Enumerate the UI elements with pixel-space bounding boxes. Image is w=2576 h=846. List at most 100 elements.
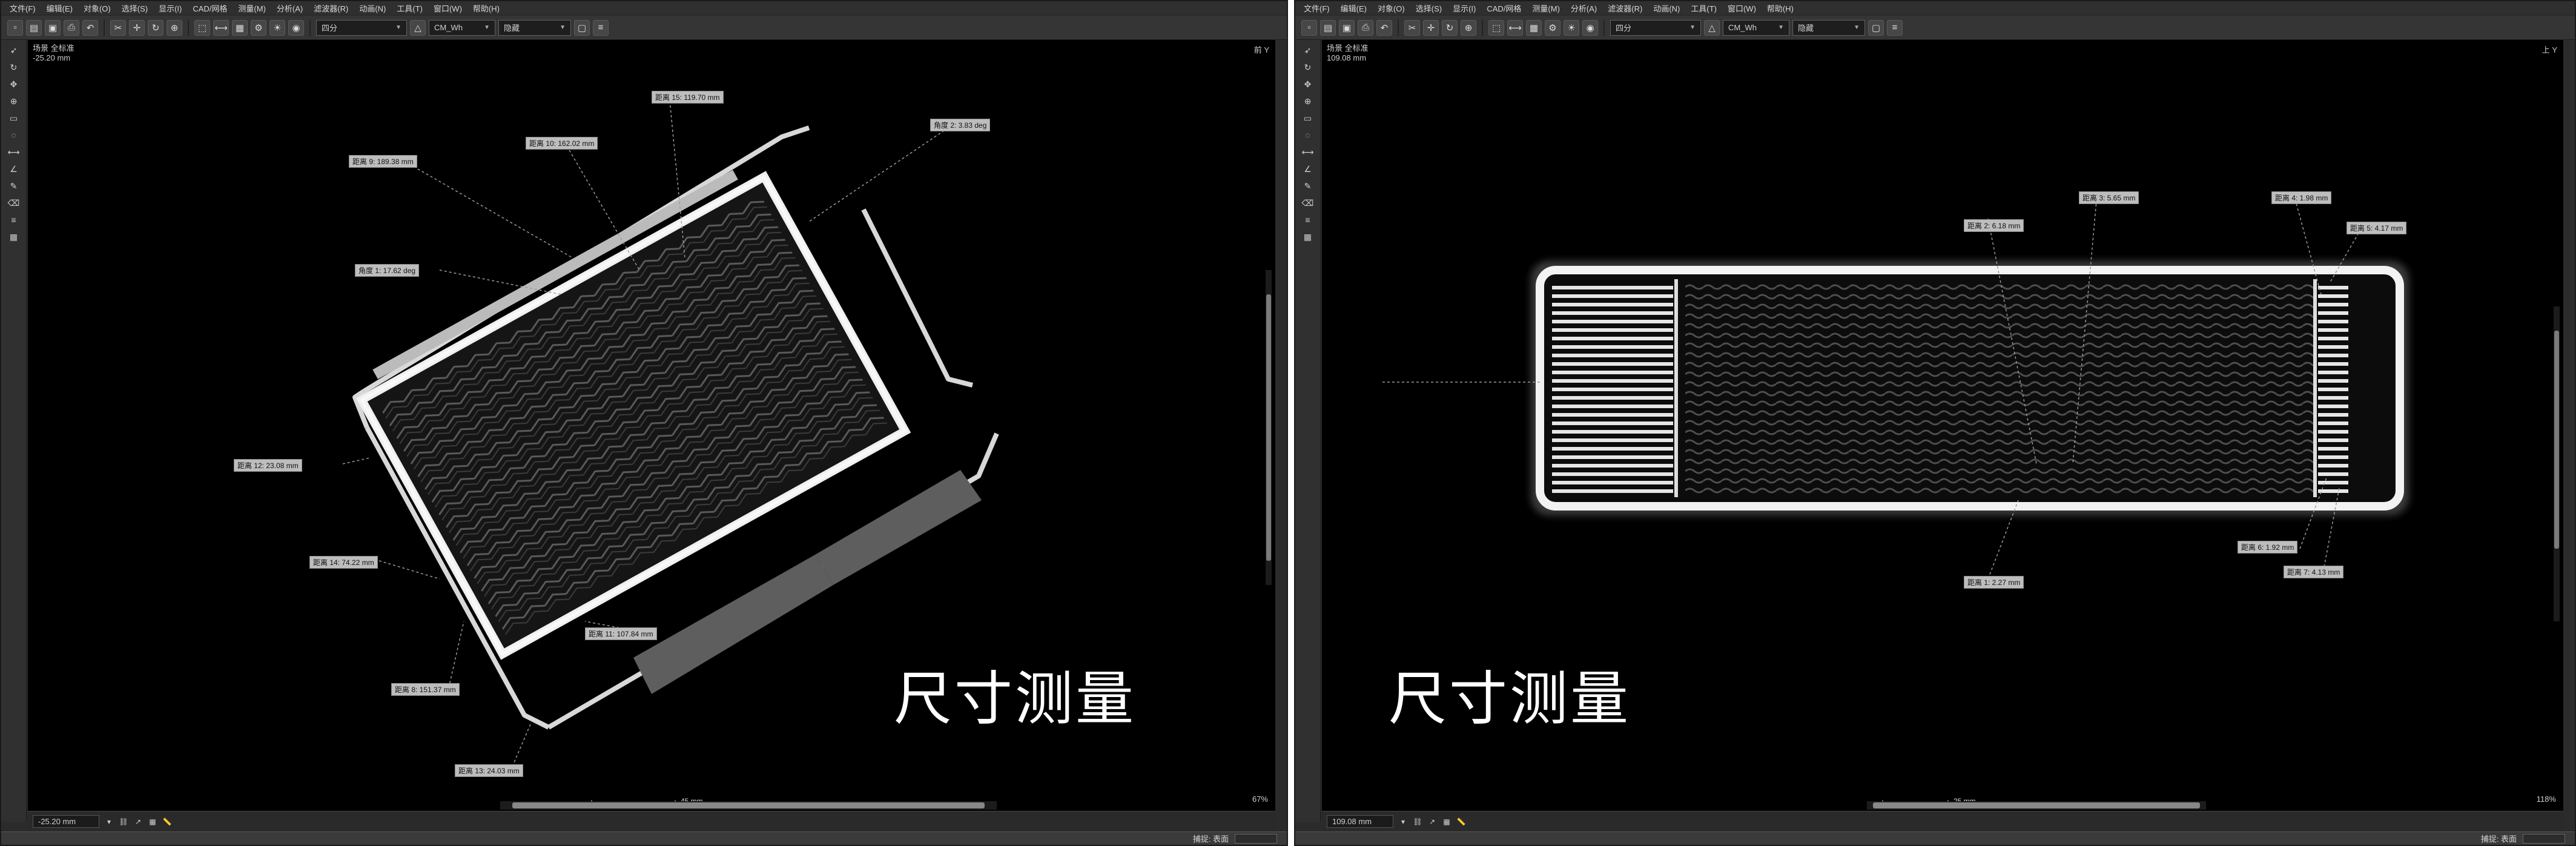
rotate-icon[interactable]: ↻	[5, 61, 22, 74]
zoom-icon[interactable]: ⊕	[1300, 94, 1316, 108]
menu-item[interactable]: 分析(A)	[1571, 2, 1597, 14]
brush-icon[interactable]: ✎	[1300, 179, 1316, 193]
menu-item[interactable]: 窗口(W)	[434, 2, 462, 14]
menu-item[interactable]: 编辑(E)	[1341, 2, 1367, 14]
box-icon[interactable]: ▭	[5, 111, 22, 125]
arrow-icon[interactable]: ↗	[1427, 817, 1437, 827]
horizontal-scrollbar[interactable]	[500, 801, 997, 810]
menu-item[interactable]: CAD/网格	[1487, 2, 1521, 14]
vertical-scrollbar[interactable]	[2554, 306, 2560, 621]
window-icon[interactable]: ▢	[574, 19, 590, 36]
scrollbar-thumb[interactable]	[1266, 294, 1271, 561]
measurement-label[interactable]: 距离 2: 6.18 mm	[1964, 219, 2024, 232]
save-icon[interactable]: ▣	[1339, 19, 1355, 36]
settings-icon[interactable]: ⚙	[251, 19, 266, 36]
measure-icon[interactable]: ⟷	[1300, 145, 1316, 159]
vertical-scrollbar[interactable]	[1266, 270, 1272, 585]
menu-item[interactable]: 选择(S)	[122, 2, 148, 14]
measurement-label[interactable]: 距离 6: 1.92 mm	[2237, 541, 2298, 554]
menu-item[interactable]: 窗口(W)	[1728, 2, 1756, 14]
menu-item[interactable]: 对象(O)	[84, 2, 111, 14]
chevron-down-icon[interactable]: ▾	[104, 817, 114, 827]
menu-item[interactable]: 滤波器(R)	[314, 2, 348, 14]
measurement-label[interactable]: 距离 1: 2.27 mm	[1964, 576, 2024, 589]
eraser-icon[interactable]: ⌫	[1300, 196, 1316, 210]
layers-icon[interactable]: ≡	[5, 213, 22, 226]
lasso-icon[interactable]: ◌	[5, 128, 22, 142]
zoom-icon[interactable]: ⊕	[5, 94, 22, 108]
filter-select[interactable]: 隐藏 ▼	[498, 19, 571, 36]
menu-item[interactable]: 显示(I)	[159, 2, 182, 14]
cut-icon[interactable]: ✂	[110, 19, 126, 36]
link-icon[interactable]: ⛓	[119, 817, 128, 827]
layers-icon[interactable]: ≡	[1300, 213, 1316, 226]
menu-item[interactable]: 帮助(H)	[473, 2, 500, 14]
measurement-label[interactable]: 距离 12: 23.08 mm	[234, 459, 302, 472]
save-icon[interactable]: ▣	[45, 19, 61, 36]
move-icon[interactable]: ✛	[1423, 19, 1439, 36]
menu-item[interactable]: 显示(I)	[1453, 2, 1476, 14]
rotate-icon[interactable]: ↻	[1300, 61, 1316, 74]
menu-item[interactable]: 分析(A)	[277, 2, 303, 14]
open-icon[interactable]: ▤	[1320, 19, 1336, 36]
undo-icon[interactable]: ↶	[82, 19, 98, 36]
arrow-icon[interactable]: ↗	[133, 817, 143, 827]
rotate-icon[interactable]: ↻	[1442, 19, 1458, 36]
menu-item[interactable]: 文件(F)	[1304, 2, 1330, 14]
brush-icon[interactable]: ✎	[5, 179, 22, 193]
measurement-label[interactable]: 距离 4: 1.98 mm	[2271, 191, 2332, 204]
window-icon[interactable]: ▢	[1868, 19, 1884, 36]
measure-icon[interactable]: ⟷	[1507, 19, 1523, 36]
undo-icon[interactable]: ↶	[1376, 19, 1392, 36]
menu-item[interactable]: 动画(N)	[1653, 2, 1680, 14]
ct-viewport-right[interactable]: 场景 全标准 109.08 mm 上 Y 距离 2: 6.18 mm 距离 3:…	[1322, 40, 2563, 811]
lasso-icon[interactable]: ◌	[1300, 128, 1316, 142]
pointer-icon[interactable]: ➶	[5, 44, 22, 57]
ruler-icon[interactable]: 📏	[162, 817, 172, 827]
angle-icon[interactable]: ∠	[5, 162, 22, 176]
grid-icon[interactable]: ▦	[5, 230, 22, 243]
layers-icon[interactable]: ≡	[593, 19, 609, 36]
triangle-icon[interactable]: △	[410, 19, 426, 36]
move-icon[interactable]: ✛	[129, 19, 145, 36]
measurement-label[interactable]: 距离 7: 4.13 mm	[2284, 566, 2344, 578]
select-icon[interactable]: ⬚	[194, 19, 210, 36]
chevron-down-icon[interactable]: ▾	[1398, 817, 1408, 827]
menu-item[interactable]: 选择(S)	[1416, 2, 1442, 14]
zoom-icon[interactable]: ⊕	[1461, 19, 1476, 36]
grid-icon[interactable]: ▦	[148, 817, 157, 827]
select-icon[interactable]: ⬚	[1488, 19, 1504, 36]
measurement-label[interactable]: 距离 15: 119.70 mm	[652, 91, 724, 104]
measurement-label[interactable]: 距离 14: 74.22 mm	[309, 556, 378, 569]
measurement-label[interactable]: 距离 9: 189.38 mm	[349, 155, 417, 168]
menu-item[interactable]: 帮助(H)	[1767, 2, 1794, 14]
ct-viewport-left[interactable]: 场景 全标准 -25.20 mm 前 Y 距离 15: 119.70 mm 角度…	[28, 40, 1275, 811]
light-icon[interactable]: ☀	[269, 19, 285, 36]
horizontal-scrollbar[interactable]	[1867, 801, 2206, 810]
filter-select[interactable]: 隐藏 ▼	[1792, 19, 1865, 36]
measure-icon[interactable]: ⟷	[213, 19, 229, 36]
menu-item[interactable]: 动画(N)	[359, 2, 386, 14]
camera-icon[interactable]: ◉	[1582, 19, 1598, 36]
measurement-label[interactable]: 距离 3: 5.65 mm	[2079, 191, 2139, 204]
menu-item[interactable]: 文件(F)	[10, 2, 36, 14]
slice-position-field[interactable]: -25.20 mm	[33, 815, 99, 828]
pointer-icon[interactable]: ➶	[1300, 44, 1316, 57]
rotate-icon[interactable]: ↻	[148, 19, 163, 36]
angle-icon[interactable]: ∠	[1300, 162, 1316, 176]
layers-icon[interactable]: ≡	[1887, 19, 1903, 36]
menu-item[interactable]: 工具(T)	[397, 2, 423, 14]
measurement-label[interactable]: 距离 10: 162.02 mm	[526, 137, 598, 150]
measurement-label[interactable]: 角度 1: 17.62 deg	[355, 264, 420, 277]
menu-item[interactable]: CAD/网格	[193, 2, 227, 14]
grid-icon[interactable]: ▦	[1526, 19, 1542, 36]
open-icon[interactable]: ▤	[26, 19, 42, 36]
camera-icon[interactable]: ◉	[288, 19, 304, 36]
ruler-icon[interactable]: 📏	[1456, 817, 1466, 827]
print-icon[interactable]: ⎙	[1358, 19, 1373, 36]
link-icon[interactable]: ⛓	[1413, 817, 1422, 827]
measurement-label[interactable]: 距离 5: 4.17 mm	[2346, 222, 2407, 234]
measurement-label[interactable]: 角度 2: 3.83 deg	[930, 119, 991, 131]
measurement-label[interactable]: 距离 13: 24.03 mm	[455, 764, 523, 777]
cut-icon[interactable]: ✂	[1404, 19, 1420, 36]
